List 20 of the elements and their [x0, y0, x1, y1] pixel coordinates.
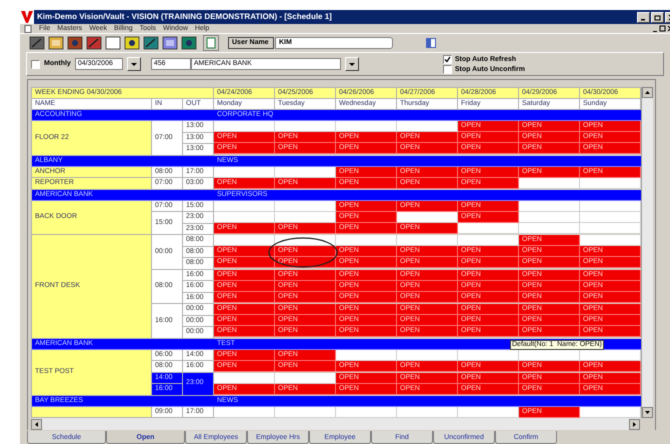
checkbox[interactable] — [442, 54, 452, 64]
restore-icon — [654, 14, 661, 20]
client-dropdown-button[interactable] — [344, 57, 359, 72]
scroll-up-icon[interactable] — [642, 87, 653, 98]
checkbox[interactable] — [442, 64, 452, 74]
date-picker-button[interactable] — [126, 57, 141, 72]
checkbox[interactable] — [31, 60, 40, 69]
horizontal-scrollbar[interactable] — [31, 418, 640, 430]
v-logo-icon — [20, 10, 34, 24]
scroll-right-icon[interactable] — [629, 418, 640, 430]
scroll-left-icon[interactable] — [31, 418, 42, 430]
dropdown-icon — [348, 61, 355, 68]
dropdown-icon — [130, 61, 137, 68]
window-title: Kim-Demo Vision/Vault - VISION (TRAINING DEMONSTRATION) - [Schedule 1] — [37, 11, 332, 23]
circle-annotation — [268, 237, 338, 268]
child-window-controls-icon[interactable] — [652, 24, 670, 32]
restore-button[interactable] — [651, 12, 664, 22]
minimize-button[interactable] — [637, 12, 650, 22]
vertical-scrollbar[interactable] — [641, 87, 653, 418]
scroll-down-icon[interactable] — [642, 407, 653, 418]
